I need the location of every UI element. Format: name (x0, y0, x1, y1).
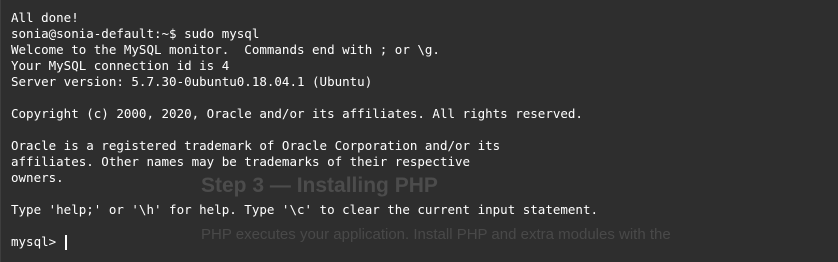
terminal-line: Your MySQL connection id is 4 (11, 58, 230, 73)
terminal-window[interactable]: Step 3 — Installing PHP PHP executes you… (0, 0, 838, 262)
mysql-prompt: mysql> (11, 234, 64, 249)
terminal-line: Copyright (c) 2000, 2020, Oracle and/or … (11, 106, 583, 121)
terminal-line: Welcome to the MySQL monitor. Commands e… (11, 42, 440, 57)
terminal-line: All done! (11, 10, 79, 25)
terminal-line: Type 'help;' or '\h' for help. Type '\c'… (11, 202, 598, 217)
text-cursor (64, 234, 67, 250)
terminal-line: sonia@sonia-default:~$ sudo mysql (11, 26, 260, 41)
terminal-line: owners. (11, 170, 64, 185)
terminal-line: Oracle is a registered trademark of Orac… (11, 138, 501, 153)
terminal-output: All done! sonia@sonia-default:~$ sudo my… (11, 10, 598, 250)
terminal-line: Server version: 5.7.30-0ubuntu0.18.04.1 … (11, 74, 373, 89)
terminal-line: affiliates. Other names may be trademark… (11, 154, 471, 169)
mysql-prompt-line[interactable]: mysql> (11, 234, 598, 250)
